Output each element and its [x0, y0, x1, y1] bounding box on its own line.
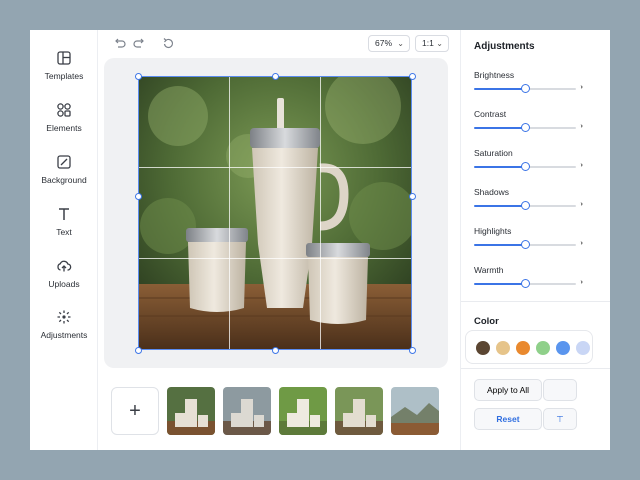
slider-end-icon: ◑: [579, 201, 584, 208]
elements-icon: [57, 103, 71, 117]
thumbnail[interactable]: [167, 387, 215, 435]
sidebar-item-templates[interactable]: Templates: [30, 50, 98, 94]
slider-track-filled[interactable]: [474, 88, 525, 90]
color-swatch[interactable]: [536, 341, 550, 355]
resize-handle-bottom-left[interactable]: [134, 346, 142, 354]
slider-knob[interactable]: [521, 162, 530, 171]
adjustments-panel: Adjustments Brightness ◑ Contrast ◑ Saturati…: [460, 30, 610, 450]
templates-icon: [57, 51, 71, 65]
zoom-dropdown[interactable]: 67% ⌄: [368, 35, 410, 52]
slider-track[interactable]: [525, 127, 576, 129]
workarea: 67% ⌄ 1:1 ⌄ +: [98, 30, 460, 450]
slider-knob[interactable]: [521, 240, 530, 249]
slider-track[interactable]: [525, 283, 576, 285]
text-icon: [59, 208, 69, 220]
ratio-dropdown[interactable]: 1:1 ⌄: [415, 35, 449, 52]
color-swatch[interactable]: [556, 341, 570, 355]
slider-track[interactable]: [525, 166, 576, 168]
resize-handle-bottom[interactable]: [271, 346, 279, 354]
history-icon[interactable]: [161, 36, 175, 50]
sidebar-item-label: Background: [41, 175, 87, 185]
reset-options-button[interactable]: ⊤: [543, 408, 577, 430]
sidebar-item-background[interactable]: Background: [30, 154, 98, 198]
color-swatch[interactable]: [576, 341, 590, 355]
selection-border: [138, 76, 412, 350]
zoom-value: 67%: [375, 38, 393, 48]
slider-label: Contrast: [474, 109, 507, 119]
thumbnail[interactable]: [335, 387, 383, 435]
sidebar-item-adjustments[interactable]: Adjustments: [30, 309, 98, 353]
sidebar-item-text[interactable]: Text: [30, 206, 98, 250]
thumbnail[interactable]: [391, 387, 439, 435]
undo-icon[interactable]: [112, 36, 126, 50]
adjustments-icon: [57, 310, 71, 324]
sidebar-item-label: Templates: [44, 71, 84, 81]
ratio-value: 1:1: [422, 38, 434, 48]
swatch-box: [465, 330, 593, 364]
color-swatch[interactable]: [496, 341, 510, 355]
slider-track-filled[interactable]: [474, 127, 525, 129]
sidebar-item-label: Uploads: [48, 279, 80, 289]
redo-icon[interactable]: [133, 36, 147, 50]
slider-label: Saturation: [474, 148, 513, 158]
slider-end-icon: ◑: [579, 240, 584, 247]
apply-to-all-button[interactable]: Apply to All: [474, 379, 542, 401]
top-toolbar: 67% ⌄ 1:1 ⌄: [98, 30, 460, 56]
thumbnail[interactable]: [223, 387, 271, 435]
apply-extra-button[interactable]: [543, 379, 577, 401]
divider: [461, 301, 610, 302]
editor-app: Templates Elements Background Text Uploa…: [30, 30, 610, 450]
thumbnail[interactable]: [279, 387, 327, 435]
slider-knob[interactable]: [521, 279, 530, 288]
background-icon: [57, 155, 71, 169]
slider-track-filled[interactable]: [474, 166, 525, 168]
slider-end-icon: ◑: [579, 162, 584, 169]
reset-button[interactable]: Reset: [474, 408, 542, 430]
resize-handle-top-right[interactable]: [408, 72, 416, 80]
sidebar: Templates Elements Background Text Uploa…: [30, 30, 98, 450]
chevron-down-icon: ⌄: [436, 39, 443, 48]
slider-knob[interactable]: [521, 201, 530, 210]
slider-track-filled[interactable]: [474, 283, 525, 285]
slider-end-icon: ◑: [579, 279, 584, 286]
slider-knob[interactable]: [521, 123, 530, 132]
slider-track[interactable]: [525, 88, 576, 90]
slider-track[interactable]: [525, 205, 576, 207]
sidebar-item-label: Elements: [46, 123, 82, 133]
slider-track-filled[interactable]: [474, 205, 525, 207]
panel-title: Adjustments: [474, 41, 535, 52]
color-swatch[interactable]: [476, 341, 490, 355]
uploads-icon: [57, 260, 72, 272]
slider-label: Warmth: [474, 265, 504, 275]
add-image-button[interactable]: +: [111, 387, 159, 435]
slider-knob[interactable]: [521, 84, 530, 93]
slider-end-icon: ◑: [579, 123, 584, 130]
chevron-down-icon: ⌄: [397, 39, 404, 48]
divider: [461, 368, 610, 369]
resize-handle-left[interactable]: [134, 192, 142, 200]
sidebar-item-elements[interactable]: Elements: [30, 102, 98, 146]
sidebar-item-uploads[interactable]: Uploads: [30, 258, 98, 302]
resize-handle-right[interactable]: [408, 192, 416, 200]
slider-track-filled[interactable]: [474, 244, 525, 246]
sidebar-item-label: Text: [56, 227, 72, 237]
slider-label: Brightness: [474, 70, 515, 80]
slider-label: Highlights: [474, 226, 512, 236]
color-swatch[interactable]: [516, 341, 530, 355]
resize-handle-top-left[interactable]: [134, 72, 142, 80]
slider-end-icon: ◑: [579, 84, 584, 91]
sidebar-item-label: Adjustments: [40, 330, 88, 340]
slider-label: Shadows: [474, 187, 509, 197]
slider-track[interactable]: [525, 244, 576, 246]
resize-handle-top[interactable]: [271, 72, 279, 80]
color-title: Color: [474, 316, 499, 327]
filmstrip: +: [98, 375, 460, 450]
resize-handle-bottom-right[interactable]: [408, 346, 416, 354]
